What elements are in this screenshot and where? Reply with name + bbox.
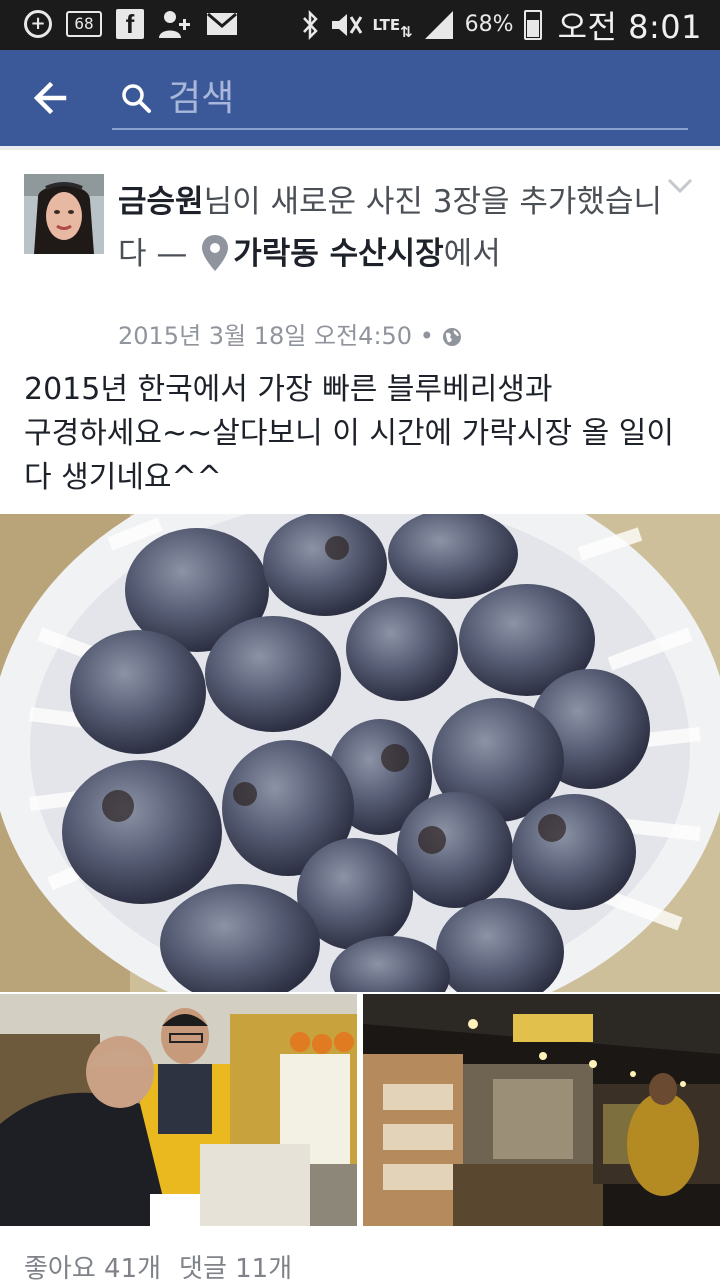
author-name[interactable]: 금승원 [118,184,204,220]
comment-count[interactable]: 댓글 11개 [179,1248,292,1285]
post-photo-main[interactable] [0,514,720,992]
blueberries-photo [0,514,720,992]
mail-icon [206,12,238,36]
status-bar: + 68 f LTE ⇅ 68% 오전 8:01 [0,0,720,50]
bluetooth-icon [301,10,319,40]
plus-notification-icon: + [24,10,52,38]
chevron-down-icon[interactable] [666,174,694,198]
signal-icon [423,10,455,40]
mute-icon [329,11,363,39]
like-count[interactable]: 좋아요 41개 [24,1248,161,1285]
post-header: 금승원님이 새로운 사진 3장을 추가했습니다 — 가락동 수산시장에서 [118,176,678,280]
post-meta: 2015년 3월 18일 오전4:50 • [118,316,462,351]
back-arrow-icon [33,81,67,115]
calendar-icon: 68 [66,11,102,37]
clock: 오전 8:01 [557,8,702,46]
lte-indicator: LTE ⇅ [372,15,413,41]
post-photo-2[interactable] [0,994,357,1226]
post-timestamp[interactable]: 2015년 3월 18일 오전4:50 • [118,322,434,350]
post-card: 금승원님이 새로운 사진 3장을 추가했습니다 — 가락동 수산시장에서 201… [0,150,720,1284]
back-button[interactable] [30,78,78,118]
post-text: 2015년 한국에서 가장 빠른 블루베리생과 구경하세요~~살다보니 이 시간… [24,372,674,495]
search-input[interactable] [166,76,666,120]
night-market-photo [363,994,720,1226]
location-pin-icon [202,235,229,271]
post-action-suffix: 에서 [443,236,501,272]
search-icon [122,84,151,113]
battery-percent: 68% [464,12,514,37]
search-box[interactable] [112,72,688,130]
facebook-icon: f [116,9,144,39]
globe-icon [442,328,461,346]
add-friend-icon [158,9,192,39]
battery-icon [523,10,542,40]
avatar[interactable] [24,174,104,254]
place-link[interactable]: 가락동 수산시장 [233,236,443,272]
market-men-photo [0,994,357,1226]
app-bar [0,50,720,146]
reaction-summary[interactable]: 좋아요 41개 댓글 11개 [24,1248,292,1285]
post-photo-3[interactable] [363,994,720,1226]
